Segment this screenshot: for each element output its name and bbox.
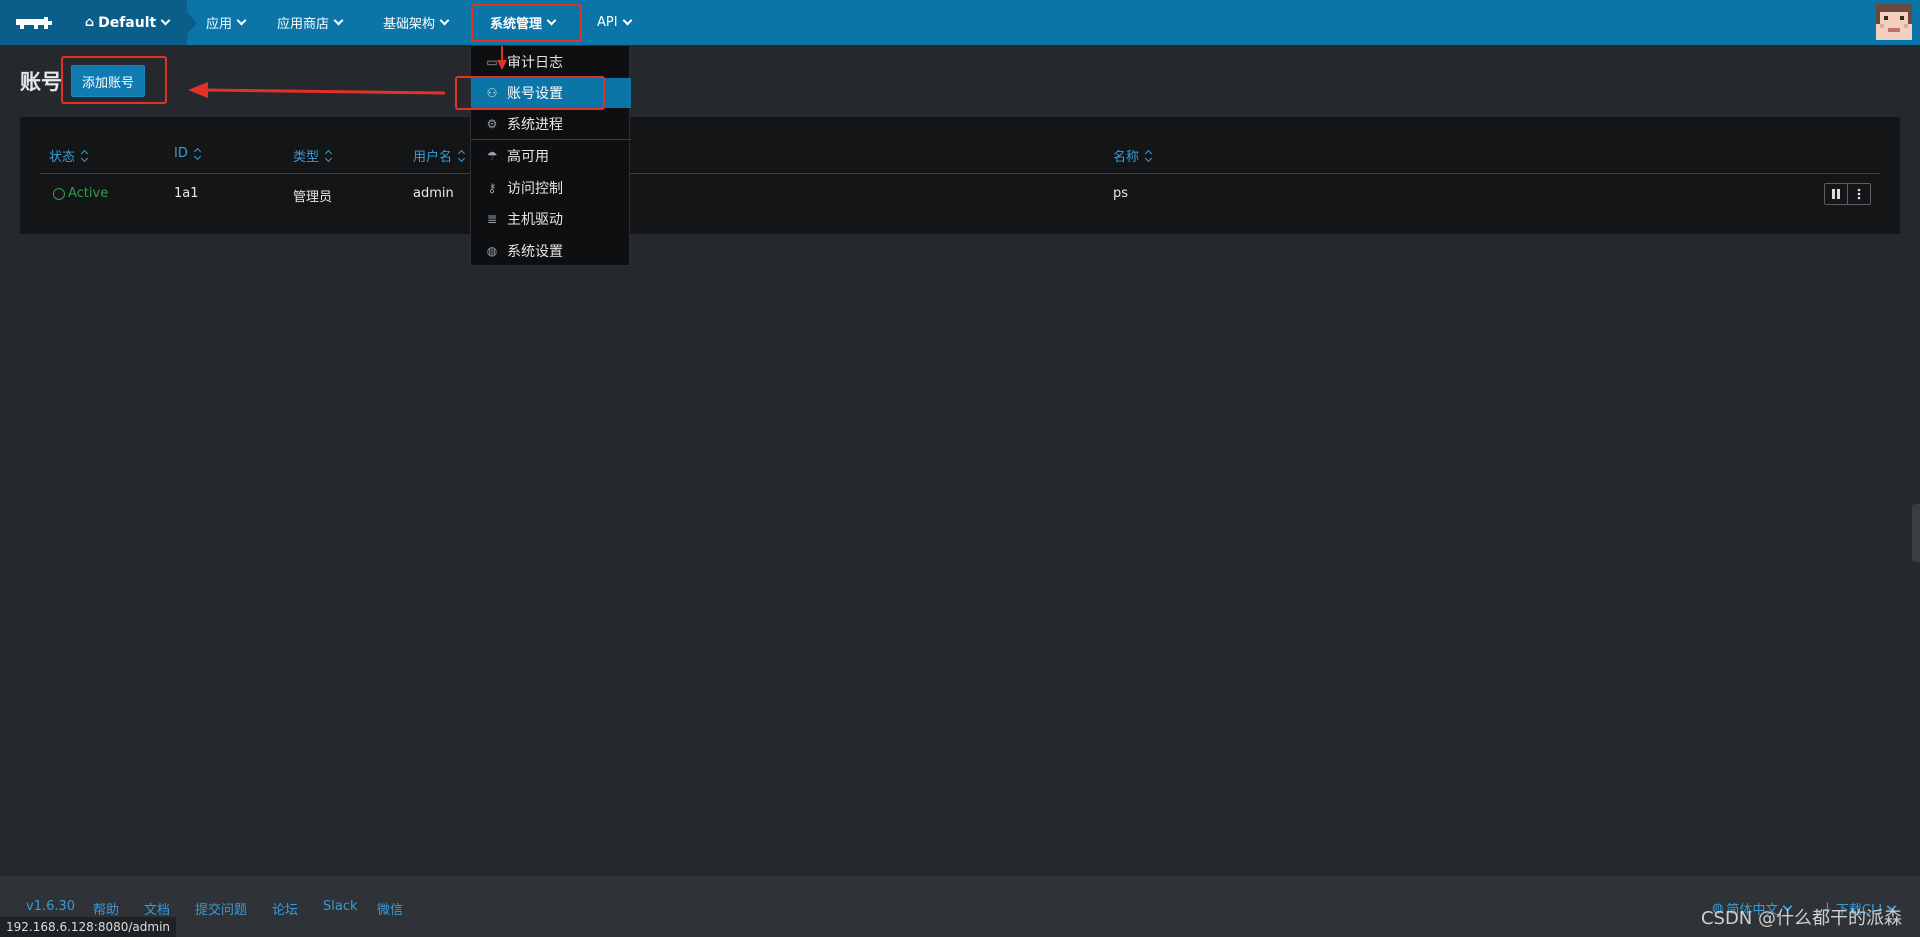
column-header-name[interactable]: 名称: [1113, 146, 1153, 165]
status-url-bar: 192.168.6.128:8080/admin: [0, 917, 177, 937]
column-header-status[interactable]: 状态: [49, 146, 89, 165]
chevron-down-icon: [622, 15, 633, 26]
annotation-box-add-button: [61, 56, 167, 104]
nav-apps-label: 应用: [206, 17, 233, 32]
nav-infrastructure-label: 基础架构: [383, 17, 436, 32]
table-divider: [40, 173, 1880, 174]
key-icon: ⚷: [487, 181, 497, 195]
menu-item-ha[interactable]: ☂ 高可用: [471, 141, 631, 171]
annotation-box-accounts-item: [455, 76, 605, 110]
server-icon: ≣: [486, 212, 498, 226]
footer-link-slack[interactable]: Slack: [323, 899, 358, 914]
cell-username: admin: [413, 186, 454, 201]
more-vertical-icon: [1857, 188, 1861, 200]
menu-item-settings[interactable]: ◍ 系统设置: [471, 236, 631, 266]
footer-link-forum[interactable]: 论坛: [272, 899, 298, 918]
menu-item-processes[interactable]: ⚙ 系统进程: [471, 109, 631, 139]
column-header-type[interactable]: 类型: [293, 146, 333, 165]
rancher-logo-icon: [15, 16, 52, 29]
menu-divider: [471, 139, 631, 140]
chevron-down-icon: [333, 15, 344, 26]
sort-icon: [1145, 150, 1153, 162]
csdn-watermark: CSDN @什么都干的派森: [1700, 908, 1902, 929]
chevron-down-icon: [439, 15, 450, 26]
rancher-logo[interactable]: [0, 0, 67, 45]
globe-icon: ◍: [486, 244, 498, 258]
footer-link-docs[interactable]: 文档: [144, 899, 170, 918]
gear-icon: ⚙: [486, 117, 498, 131]
umbrella-icon: ☂: [486, 149, 498, 163]
avatar-icon: [1876, 4, 1912, 40]
chevron-down-icon: [160, 15, 171, 26]
sort-icon: [81, 150, 89, 162]
cell-type: 管理员: [293, 190, 333, 205]
environment-label: Default: [98, 14, 157, 31]
footer-version[interactable]: v1.6.30: [26, 899, 75, 914]
menu-item-access-control[interactable]: ⚷ 访问控制: [471, 173, 631, 203]
accounts-table: [20, 117, 1900, 234]
home-icon: ⌂: [84, 15, 95, 30]
menu-item-audit-log[interactable]: ▭ 审计日志: [471, 47, 631, 77]
environment-switcher[interactable]: ⌂ Default: [67, 0, 197, 45]
nav-api[interactable]: API: [597, 0, 633, 45]
annotation-box-admin-menu: [471, 4, 582, 42]
pause-button[interactable]: [1825, 184, 1848, 204]
pause-icon: [1832, 189, 1840, 199]
column-header-id[interactable]: ID: [174, 146, 202, 161]
sort-icon: [325, 150, 333, 162]
nav-infrastructure[interactable]: 基础架构: [383, 0, 450, 45]
page-title: 账号: [20, 70, 62, 94]
audit-log-icon: ▭: [486, 55, 498, 69]
user-avatar[interactable]: [1876, 4, 1912, 40]
side-scroll-tab[interactable]: [1912, 504, 1920, 562]
footer-link-issue[interactable]: 提交问题: [195, 899, 247, 918]
nav-api-label: API: [597, 15, 618, 30]
chevron-down-icon: [236, 15, 247, 26]
status-badge: Active: [53, 186, 108, 201]
status-circle-icon: [53, 187, 65, 200]
column-header-username[interactable]: 用户名: [413, 146, 466, 165]
footer-link-help[interactable]: 帮助: [93, 899, 119, 918]
nav-catalog[interactable]: 应用商店: [277, 0, 344, 45]
row-actions: [1824, 183, 1871, 205]
sort-icon: [458, 150, 466, 162]
menu-item-machine-drivers[interactable]: ≣ 主机驱动: [471, 204, 631, 234]
footer-link-wechat[interactable]: 微信: [377, 899, 403, 918]
sort-icon: [194, 148, 202, 160]
more-actions-button[interactable]: [1848, 184, 1870, 204]
nav-apps[interactable]: 应用: [206, 0, 247, 45]
nav-catalog-label: 应用商店: [277, 17, 330, 32]
cell-name: ps: [1113, 186, 1129, 201]
cell-id: 1a1: [174, 186, 199, 201]
